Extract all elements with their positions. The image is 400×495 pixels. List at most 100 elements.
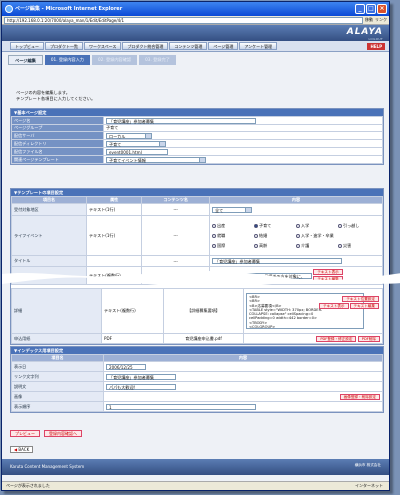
index-settings-panel: ▼インデックス用項目設定 項目名 内容 表示日 2006/12/25 リンク文字列「… bbox=[10, 346, 384, 413]
back-arrow-icon: ◀ bbox=[14, 447, 18, 452]
back-button[interactable]: ◀ BACK bbox=[10, 446, 34, 453]
ie-icon bbox=[5, 5, 13, 13]
server-select[interactable]: ローカル bbox=[106, 132, 152, 139]
zone-indicator: インターネット bbox=[355, 483, 383, 488]
title-input[interactable]: 「育児講座」参加者募集 bbox=[212, 258, 342, 264]
radio-icon bbox=[254, 233, 258, 238]
life-opt-5[interactable]: 結婚 bbox=[254, 233, 296, 239]
image-label: 画像 bbox=[11, 391, 104, 402]
help-button[interactable]: HELP bbox=[367, 42, 385, 50]
page-group-label: ページグループ bbox=[11, 124, 104, 132]
area-label: 受付対象地区 bbox=[10, 203, 88, 216]
title-content-name: --- bbox=[141, 255, 210, 267]
detail-show-button[interactable]: テキスト表示 bbox=[319, 303, 349, 309]
main-nav: トップビュー プロダクト一覧 ワークスペース プロダクト統合管理 コンテンツ管理… bbox=[2, 41, 389, 52]
display-order-input[interactable]: 1 bbox=[106, 403, 256, 410]
window-title: ページ編集 - Microsoft Internet Explorer bbox=[15, 6, 123, 12]
nav-top-view[interactable]: トップビュー bbox=[10, 42, 44, 50]
life-opt-0[interactable]: 出産 bbox=[212, 223, 254, 229]
link-text-label: リンク文字列 bbox=[11, 371, 104, 382]
detail-edit-button[interactable]: テキスト編集 bbox=[349, 303, 379, 309]
life-opt-11[interactable]: 災害 bbox=[338, 243, 380, 249]
radio-icon bbox=[254, 243, 258, 248]
area-attr: テキスト(1行) bbox=[86, 203, 143, 216]
life-opt-9[interactable]: 高齢 bbox=[254, 243, 296, 249]
detail-position-button[interactable]: テキスト位置設定 bbox=[342, 296, 379, 302]
pdf-delete-button[interactable]: PDF削除 bbox=[357, 335, 380, 342]
server-label: 配信サーバ bbox=[11, 131, 104, 140]
minimize-button[interactable]: _ bbox=[355, 4, 365, 14]
nav-page-management[interactable]: ページ管理 bbox=[208, 42, 239, 50]
directory-select[interactable]: 子育て bbox=[106, 140, 166, 147]
footer-system: Karuta Content Management System bbox=[10, 464, 85, 469]
area-select[interactable]: 全て bbox=[212, 206, 252, 213]
footer-company: 横浜市 株式会社 bbox=[354, 463, 381, 467]
close-button[interactable]: × bbox=[377, 4, 387, 14]
template-label: 関連ページテンプレート bbox=[11, 155, 104, 164]
template-settings-heading: ▼テンプレートの項目設定 bbox=[11, 189, 383, 196]
confirm-button[interactable]: 登録内容確認へ bbox=[44, 430, 82, 437]
step-complete: 03. 登録完了 bbox=[139, 54, 176, 65]
intro-text: ページの内容を編集します。 テンプレート各項目に入力してください。 bbox=[16, 90, 96, 101]
life-opt-4[interactable]: 就職 bbox=[212, 233, 254, 239]
radio-icon bbox=[212, 233, 216, 238]
maximize-button[interactable]: □ bbox=[366, 4, 376, 14]
life-event-content-name: --- bbox=[141, 215, 210, 256]
alaya-logo: ALAYA bbox=[346, 27, 383, 37]
title-label: タイトル bbox=[10, 255, 88, 267]
torn-edge bbox=[2, 271, 400, 288]
detail-label: 詳細 bbox=[11, 288, 102, 334]
display-date-input[interactable]: 2006/12/25 bbox=[106, 363, 146, 370]
step-indicator: ページ編集 01. 登録内容入力 02. 登録内容確認 03. 登録完了 bbox=[8, 54, 386, 65]
radio-icon bbox=[338, 223, 342, 228]
page-group-value: 子育て bbox=[103, 124, 383, 132]
nav-survey-management[interactable]: アンケート管理 bbox=[239, 42, 278, 50]
life-opt-3[interactable]: 引っ越し bbox=[338, 223, 380, 229]
radio-icon bbox=[338, 243, 342, 248]
life-opt-2[interactable]: 入学 bbox=[296, 223, 338, 229]
nav-product-list[interactable]: プロダクト一覧 bbox=[45, 42, 83, 50]
link-text-input[interactable]: 「育児講座」参加者募集 bbox=[106, 373, 176, 380]
radio-icon bbox=[212, 243, 216, 248]
form-buttons: プレビュー 登録内容確認へ bbox=[10, 430, 82, 437]
index-col-content: 内容 bbox=[103, 354, 383, 362]
index-settings-heading: ▼インデックス用項目設定 bbox=[11, 347, 383, 354]
basic-settings-heading: ▼基本ページ設定 bbox=[11, 109, 383, 116]
image-register-button[interactable]: 画像登録・削除設定 bbox=[339, 393, 380, 400]
life-opt-8[interactable]: 国際 bbox=[212, 243, 254, 249]
preview-button[interactable]: プレビュー bbox=[10, 430, 40, 437]
area-content-name: --- bbox=[141, 203, 210, 216]
filename-label: 配信ファイル名 bbox=[11, 147, 104, 156]
nav-product-integration[interactable]: プロダクト統合管理 bbox=[122, 42, 169, 50]
life-opt-1[interactable]: 子育て bbox=[254, 223, 296, 229]
basic-settings-panel: ▼基本ページ設定 ページ名 「育児講座」参加者募集 ページグループ 子育て 配信サー… bbox=[10, 108, 384, 165]
nav-content-management[interactable]: コンテンツ管理 bbox=[169, 42, 208, 50]
footer: Karuta Content Management System 横浜市 株式会… bbox=[2, 459, 389, 475]
pdf-register-button[interactable]: PDF登録・修正設定 bbox=[316, 335, 357, 342]
page-name-input[interactable]: 「育児講座」参加者募集 bbox=[106, 117, 256, 124]
nav-workspace[interactable]: ワークスペース bbox=[84, 42, 122, 50]
go-button[interactable]: 移動 bbox=[365, 17, 373, 23]
life-opt-10[interactable]: 介護 bbox=[296, 243, 338, 249]
col-content: 内容 bbox=[209, 196, 383, 204]
life-event-attr: テキスト(1行) bbox=[86, 215, 143, 256]
col-attribute: 属性 bbox=[86, 196, 143, 204]
section-title: ページ編集 bbox=[8, 54, 43, 65]
description-label: 説明文 bbox=[11, 381, 104, 392]
col-content-name: コンテンツ名 bbox=[141, 196, 210, 204]
index-col-name: 項目名 bbox=[11, 354, 104, 362]
radio-checked-icon bbox=[254, 223, 258, 228]
description-input[interactable]: パパも大歓迎! bbox=[106, 383, 176, 390]
links-button[interactable]: リンク bbox=[375, 17, 387, 23]
life-opt-6[interactable]: 入学・進学・卒業 bbox=[296, 233, 380, 239]
template-select[interactable]: 子育てイベント情報 bbox=[106, 156, 206, 163]
step-input: 01. 登録内容入力 bbox=[44, 54, 90, 65]
filename-input[interactable]: event0001.html bbox=[106, 148, 168, 155]
browser-window: ページ編集 - Microsoft Internet Explorer _ □ … bbox=[1, 1, 400, 491]
detail-attr: テキスト(複数行) bbox=[101, 288, 164, 334]
detail-content-name: 【詳細募集要項】 bbox=[163, 288, 244, 334]
display-date-label: 表示日 bbox=[11, 361, 104, 372]
address-input[interactable]: http://192.168.0.1:20/7000/alaya_man/1/E… bbox=[4, 16, 363, 24]
pdf-filename: 育児講座申込書.pdf bbox=[163, 333, 244, 344]
app-header: ALAYA LOGOUT bbox=[2, 25, 389, 41]
